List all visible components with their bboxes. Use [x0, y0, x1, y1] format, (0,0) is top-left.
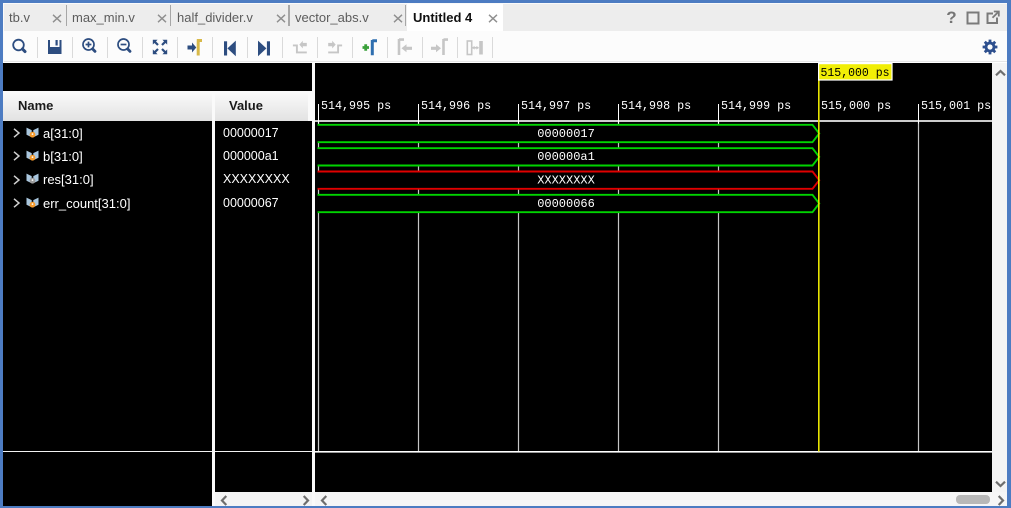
- svg-text:515,000 ps: 515,000 ps: [821, 99, 891, 113]
- svg-text:514,996 ps: 514,996 ps: [421, 99, 491, 113]
- svg-text:514,995 ps: 514,995 ps: [321, 99, 391, 113]
- svg-text:000000a1: 000000a1: [537, 150, 595, 164]
- svg-text:514,998 ps: 514,998 ps: [621, 99, 691, 113]
- svg-text:XXXXXXXX: XXXXXXXX: [537, 174, 595, 188]
- svg-text:514,997 ps: 514,997 ps: [521, 99, 591, 113]
- svg-text:00000066: 00000066: [537, 197, 595, 211]
- svg-text:515,001 ps: 515,001 ps: [921, 99, 991, 113]
- svg-text:00000017: 00000017: [537, 127, 595, 141]
- svg-text:514,999 ps: 514,999 ps: [721, 99, 791, 113]
- svg-text:515,000 ps: 515,000 ps: [820, 67, 889, 80]
